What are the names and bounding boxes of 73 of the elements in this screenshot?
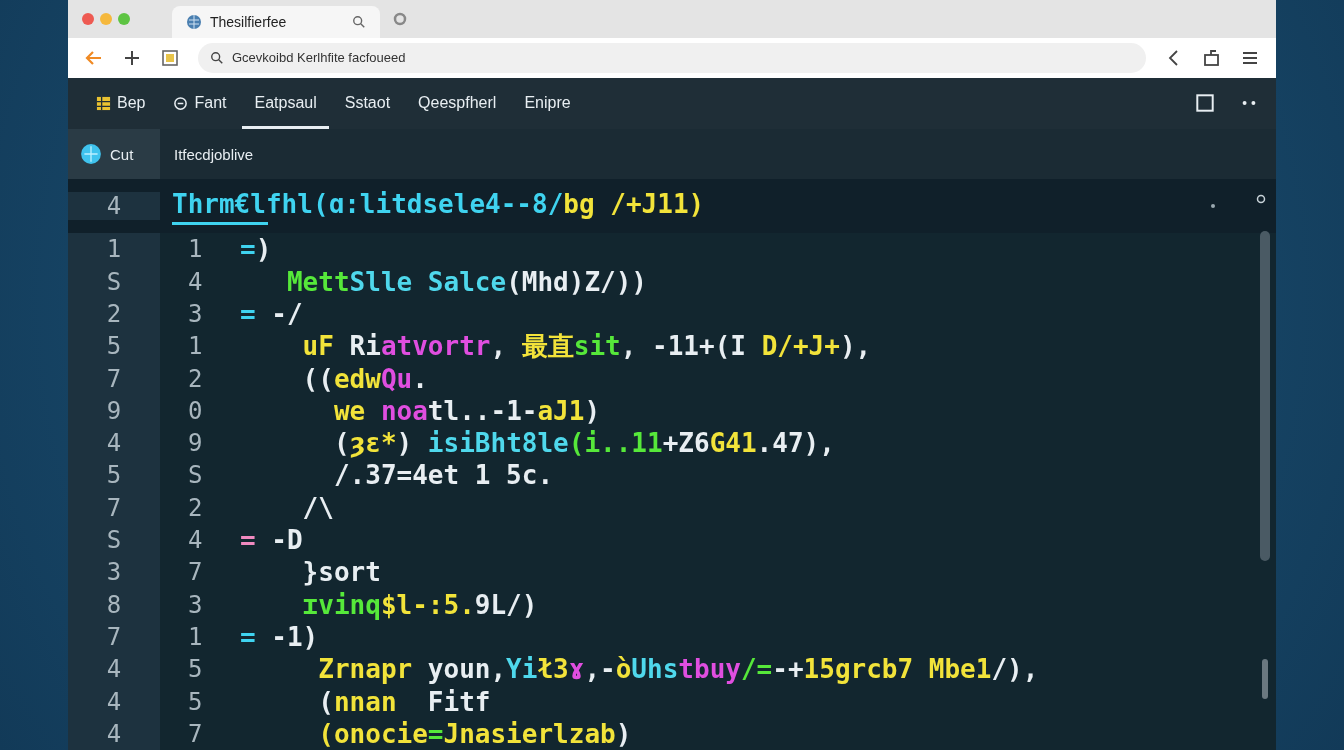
toolbar-tab[interactable]: Qeespfherl — [406, 77, 509, 130]
line-number: 1 — [105, 235, 123, 264]
code-line: = -D — [240, 525, 303, 556]
scrollbar[interactable] — [1260, 231, 1270, 562]
line-number: 1 — [187, 332, 204, 361]
code-line: = -/ — [240, 299, 303, 329]
browser-tab[interactable]: Thesilfierfee — [172, 6, 380, 38]
line-number: 4 — [105, 719, 123, 748]
code-line: uF Riatvortr, 最直sit, -11+(I D/+J+), — [301, 329, 872, 363]
circle-icon — [173, 95, 189, 111]
line-number: 7 — [105, 364, 123, 393]
search-icon[interactable] — [352, 15, 366, 29]
line-number: 5 — [187, 655, 204, 684]
document-title: Itfecdjoblive — [173, 145, 254, 163]
grid-icon — [96, 95, 111, 111]
page-icon[interactable] — [160, 47, 180, 68]
code-line: }sort — [301, 557, 381, 588]
toolbar-tab[interactable]: Bep — [84, 77, 158, 130]
line-number: 4 — [187, 267, 204, 296]
code-line: (nnan Fitf — [317, 686, 491, 717]
dot-icon — [1210, 203, 1216, 210]
toolbar-tab[interactable]: Fant — [161, 77, 239, 130]
line-number: 3 — [187, 300, 204, 328]
code-line: MettSlle Salce(Mhd)Z/)) — [285, 266, 647, 297]
line-number: 4 — [187, 526, 204, 555]
line-number: 7 — [187, 558, 204, 587]
line-number: 9 — [187, 429, 204, 458]
line-number: 0 — [187, 396, 204, 425]
code-line: (ȝε*) isiBht8le(i..11+Z6G41.47), — [332, 428, 835, 459]
code-line: ɪvinq$l-:5.9L/) — [301, 589, 538, 620]
line-number: S — [105, 526, 123, 555]
code-line: = -1) — [240, 621, 319, 652]
globe-icon — [80, 143, 102, 166]
line-number: 4 — [68, 192, 160, 221]
line-number: 5 — [187, 687, 204, 716]
square-icon[interactable] — [1194, 92, 1216, 115]
share-icon[interactable] — [1202, 47, 1222, 68]
toolbar-tab[interactable]: Sstaot — [332, 77, 403, 130]
line-number: 5 — [105, 332, 123, 361]
line-number: 3 — [105, 558, 123, 587]
address-field[interactable]: Gcevkoibd Kerlhfite facfoueed — [198, 42, 1146, 73]
code-line: ((edwQu. — [301, 363, 428, 394]
line-number: 7 — [105, 622, 123, 651]
line-number: 1 — [187, 235, 204, 264]
line-number: 8 — [105, 590, 123, 619]
code-line: /.37=4et 1 5c. — [332, 460, 554, 491]
line-number: 9 — [105, 396, 123, 425]
line-number: 2 — [187, 364, 204, 393]
circle-icon — [1256, 194, 1266, 205]
code-line: (onocie=Jnasierlzab) — [317, 718, 632, 749]
line-number: 7 — [105, 493, 123, 522]
code-line: /\ — [301, 492, 334, 523]
code-line: Zrnapr youn,Yił3ɤ,-òUhstbuy/=-+15grcb7 Mbe1/), — [317, 654, 1039, 685]
line-number: S — [187, 461, 204, 490]
line-number: 7 — [187, 719, 204, 748]
close-button[interactable] — [82, 13, 94, 25]
search-icon — [210, 50, 224, 65]
line-number: 4 — [105, 655, 123, 684]
line-number: 1 — [187, 622, 204, 651]
line-number: 2 — [187, 493, 204, 522]
line-number: S — [105, 267, 123, 296]
toolbar-tab[interactable]: Enipre — [512, 77, 583, 130]
line-number: 4 — [105, 687, 123, 716]
line-number: 4 — [105, 429, 123, 458]
code-line: we noatl..-1-aJ1) — [332, 395, 601, 426]
globe-icon — [186, 14, 202, 30]
sidebar-item[interactable]: Cut — [68, 129, 160, 180]
circle-icon[interactable] — [392, 11, 408, 27]
line-number: 2 — [105, 300, 123, 328]
scroll-handle[interactable] — [1262, 659, 1268, 700]
line-number: 3 — [187, 590, 204, 619]
code-line: =) — [240, 234, 272, 265]
line-number: 5 — [105, 461, 123, 490]
